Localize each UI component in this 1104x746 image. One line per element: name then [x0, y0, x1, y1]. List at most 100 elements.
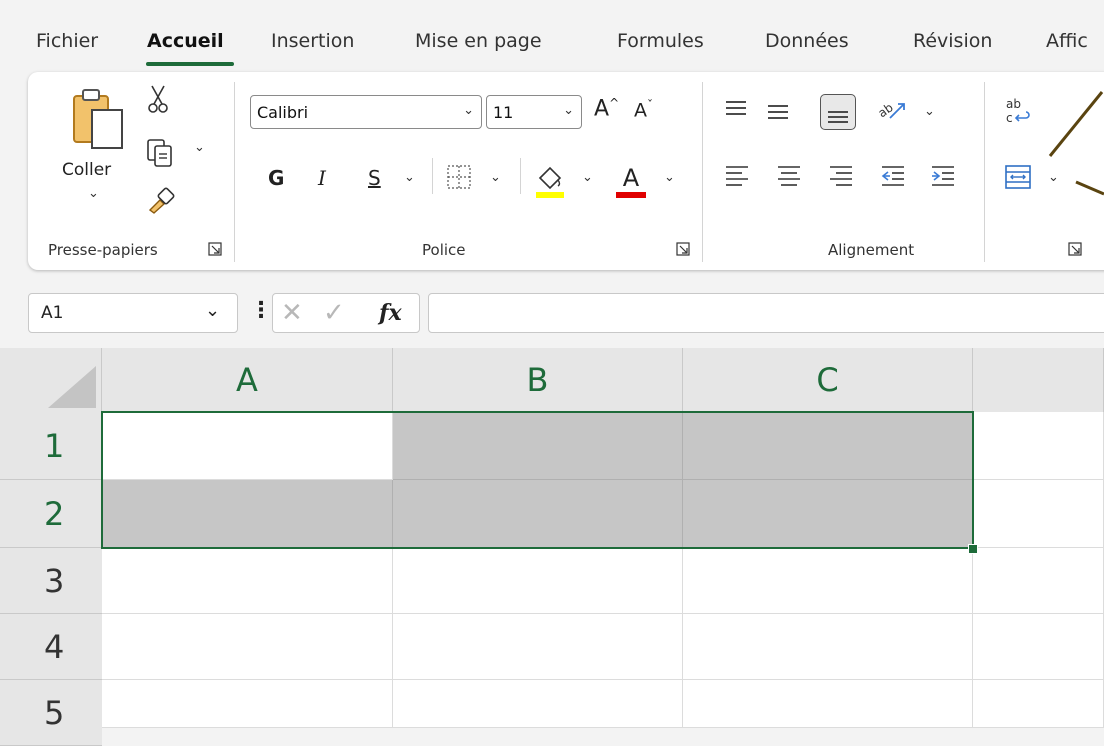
borders-chevron-icon[interactable]: ⌄	[490, 170, 501, 185]
cell-b5[interactable]	[393, 680, 683, 728]
format-painter-icon[interactable]	[146, 186, 176, 214]
tab-affichage[interactable]: Affic	[1046, 30, 1088, 52]
name-box-value: A1	[41, 303, 64, 323]
scissors-icon[interactable]	[146, 84, 170, 114]
paste-button[interactable]: Coller ⌄	[58, 86, 138, 201]
cancel-icon[interactable]: ✕	[281, 298, 303, 328]
clipboard-icon	[73, 89, 123, 149]
font-color-icon[interactable]: A	[614, 160, 648, 200]
formula-actions: ✕ ✓ fx	[272, 293, 420, 333]
cell-d2[interactable]	[973, 480, 1104, 548]
chevron-down-icon: ⌄	[463, 103, 474, 118]
font-name-combobox[interactable]: Calibri ⌄	[250, 95, 482, 129]
tab-revision[interactable]: Révision	[913, 30, 992, 52]
group-separator	[234, 82, 235, 262]
name-box[interactable]: A1 ⌄	[28, 293, 238, 333]
chevron-down-icon: ⌄	[88, 186, 99, 201]
align-top-icon[interactable]	[724, 98, 748, 122]
svg-text:ab: ab	[1006, 97, 1021, 111]
row-header-1[interactable]: 1	[0, 412, 102, 480]
cell-c3[interactable]	[683, 548, 973, 614]
active-tab-indicator	[146, 62, 234, 66]
row-header-5[interactable]: 5	[0, 680, 102, 746]
insert-function-button[interactable]: fx	[379, 300, 402, 326]
toolbar-divider	[520, 158, 521, 194]
tab-fichier[interactable]: Fichier	[36, 30, 98, 52]
font-size-value: 11	[493, 103, 514, 122]
increase-indent-icon[interactable]	[930, 164, 956, 188]
cell-d5[interactable]	[973, 680, 1104, 728]
align-middle-icon[interactable]	[766, 98, 790, 122]
cell-d4[interactable]	[973, 614, 1104, 680]
selection-border	[101, 411, 974, 549]
cell-a4[interactable]	[102, 614, 393, 680]
column-header-d[interactable]	[973, 348, 1104, 412]
cell-d1[interactable]	[973, 412, 1104, 480]
cell-c5[interactable]	[683, 680, 973, 728]
dialog-launcher-icon[interactable]	[1068, 242, 1082, 256]
copy-chevron-icon[interactable]: ⌄	[194, 140, 205, 155]
decrease-font-size-button[interactable]: Aˇ	[634, 98, 653, 121]
wrap-text-icon[interactable]: ab c	[1004, 96, 1032, 126]
underline-chevron-icon[interactable]: ⌄	[404, 170, 415, 185]
bold-button[interactable]: G	[268, 166, 284, 190]
align-left-icon[interactable]	[724, 164, 750, 188]
toolbar-divider	[432, 158, 433, 194]
paste-label: Coller	[62, 160, 112, 180]
cell-b3[interactable]	[393, 548, 683, 614]
decrease-indent-icon[interactable]	[880, 164, 906, 188]
select-all-icon	[48, 366, 96, 408]
more-options-icon[interactable]: ⋮	[250, 298, 272, 323]
chevron-down-icon: ⌄	[205, 300, 221, 321]
annotation-arrow-lines	[1048, 91, 1104, 196]
font-color-chevron-icon[interactable]: ⌄	[664, 170, 675, 185]
row-header-4[interactable]: 4	[0, 614, 102, 680]
font-name-value: Calibri	[257, 103, 309, 122]
tab-mise-en-page[interactable]: Mise en page	[415, 30, 542, 52]
orientation-icon[interactable]: ab	[876, 96, 908, 124]
cell-d3[interactable]	[973, 548, 1104, 614]
tab-accueil[interactable]: Accueil	[147, 30, 224, 52]
font-size-combobox[interactable]: 11 ⌄	[486, 95, 582, 129]
tab-insertion[interactable]: Insertion	[271, 30, 354, 52]
orientation-chevron-icon[interactable]: ⌄	[924, 104, 935, 119]
alignment-group-label: Alignement	[828, 241, 915, 259]
fill-color-icon[interactable]	[534, 160, 566, 200]
copy-icon[interactable]	[146, 138, 176, 168]
cell-a3[interactable]	[102, 548, 393, 614]
fill-color-chevron-icon[interactable]: ⌄	[582, 170, 593, 185]
svg-text:ab: ab	[876, 100, 896, 120]
align-center-icon[interactable]	[776, 164, 802, 188]
dialog-launcher-icon[interactable]	[208, 242, 222, 256]
tab-formules[interactable]: Formules	[617, 30, 704, 52]
cell-b4[interactable]	[393, 614, 683, 680]
svg-text:c: c	[1006, 111, 1013, 125]
font-group-label: Police	[422, 241, 466, 259]
column-header-b[interactable]: B	[393, 348, 683, 412]
merge-center-icon[interactable]	[1004, 164, 1032, 190]
row-header-3[interactable]: 3	[0, 548, 102, 614]
increase-font-size-button[interactable]: A^	[594, 96, 619, 121]
chevron-down-icon: ⌄	[563, 103, 574, 118]
underline-button[interactable]: S	[368, 166, 381, 190]
fill-handle[interactable]	[968, 544, 978, 554]
cell-a5[interactable]	[102, 680, 393, 728]
align-bottom-icon	[828, 111, 848, 123]
select-all-corner[interactable]	[0, 348, 102, 412]
svg-text:A: A	[623, 164, 640, 192]
column-header-c[interactable]: C	[683, 348, 973, 412]
formula-input[interactable]	[428, 293, 1104, 333]
confirm-icon[interactable]: ✓	[323, 298, 345, 328]
italic-button[interactable]: I	[318, 166, 326, 190]
align-bottom-button[interactable]	[820, 94, 856, 130]
row-header-2[interactable]: 2	[0, 480, 102, 548]
borders-icon[interactable]	[446, 164, 472, 190]
group-separator	[984, 82, 985, 262]
cell-c4[interactable]	[683, 614, 973, 680]
tab-donnees[interactable]: Données	[765, 30, 849, 52]
column-header-a[interactable]: A	[102, 348, 393, 412]
align-right-icon[interactable]	[828, 164, 854, 188]
dialog-launcher-icon[interactable]	[676, 242, 690, 256]
clipboard-group-label: Presse-papiers	[48, 241, 158, 259]
group-separator	[702, 82, 703, 262]
